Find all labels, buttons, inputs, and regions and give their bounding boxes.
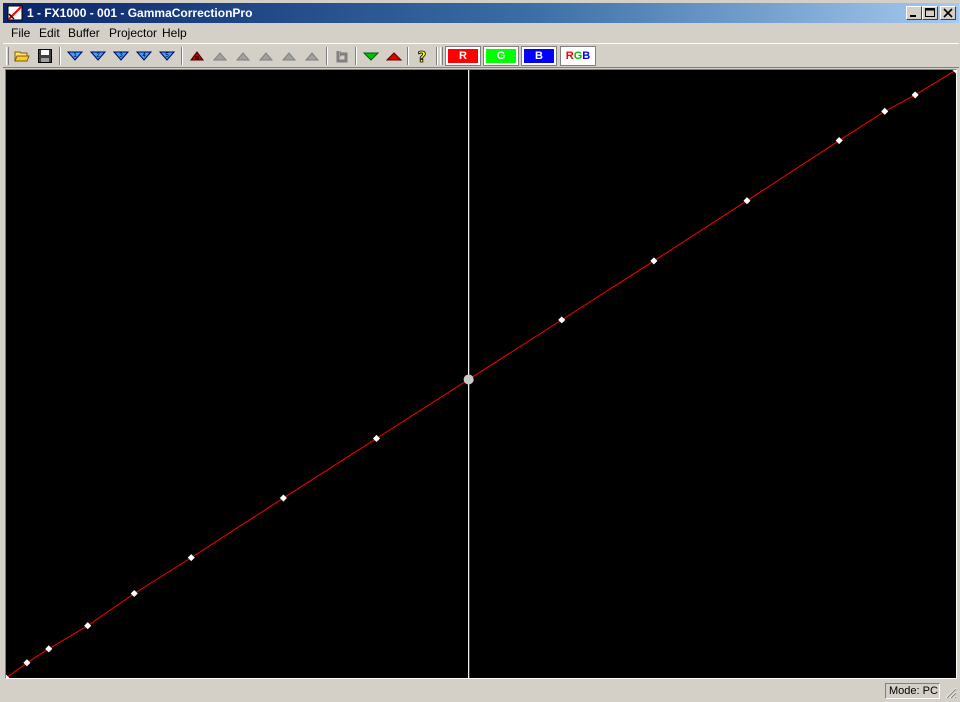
close-button[interactable] (940, 6, 956, 20)
gamma-curve-plot[interactable] (6, 70, 956, 678)
menu-buffer[interactable]: Buffer (68, 26, 100, 40)
toolbar-separator (407, 47, 409, 65)
status-bar: Mode: PC (3, 682, 959, 701)
window-title: 1 - FX1000 - 001 - GammaCorrectionPro (27, 6, 253, 20)
status-mode: Mode: PC (885, 683, 940, 699)
channel-rgb-r: R (565, 50, 574, 62)
toolbar-grip[interactable] (440, 47, 443, 65)
toolbar-grip[interactable] (6, 47, 9, 65)
step-4-button[interactable]: 4 (133, 46, 155, 66)
curve-control-point[interactable] (187, 554, 195, 562)
channel-rgb-button[interactable]: RGB (560, 46, 596, 66)
red-up-triangle-icon (386, 52, 402, 61)
curve-control-point[interactable] (372, 434, 381, 442)
green-down-triangle-icon (363, 52, 379, 61)
menu-file[interactable]: File (11, 26, 30, 40)
curve-control-point[interactable] (84, 622, 92, 630)
curve-control-point[interactable] (881, 107, 889, 115)
undo-icon (336, 51, 348, 63)
step-1-button[interactable]: 1 (64, 46, 86, 66)
channel-r-button[interactable]: R (445, 46, 481, 66)
gray-up-button-5[interactable] (301, 46, 323, 66)
selected-control-point[interactable] (463, 374, 474, 385)
curve-control-point[interactable] (45, 645, 53, 653)
title-bar[interactable]: 1 - FX1000 - 001 - GammaCorrectionPro (3, 3, 959, 23)
menu-edit[interactable]: Edit (39, 26, 60, 40)
gray-up-button-4[interactable] (278, 46, 300, 66)
toolbar-separator (326, 47, 328, 65)
minimize-icon (910, 15, 916, 17)
svg-text:?: ? (418, 48, 427, 64)
gray-up-icon (258, 52, 274, 61)
menu-projector[interactable]: Projector (109, 26, 157, 40)
step-3-button[interactable]: 3 (110, 46, 132, 66)
gamma-curve-line (6, 70, 956, 678)
gray-up-icon (212, 52, 228, 61)
blue-down-arrow-5-icon: 5 (159, 51, 175, 61)
gray-up-button-3[interactable] (255, 46, 277, 66)
red-up-button[interactable] (186, 46, 208, 66)
channel-b-button[interactable]: B (521, 46, 557, 66)
toolbar-separator (355, 47, 357, 65)
channel-g-button[interactable]: G (483, 46, 519, 66)
blue-down-arrow-3-icon: 3 (113, 51, 129, 61)
close-icon (943, 8, 953, 18)
help-button[interactable]: ? (411, 46, 433, 66)
toolbar-separator (181, 47, 183, 65)
resize-grip[interactable] (943, 685, 957, 699)
blue-down-arrow-2-icon: 2 (90, 51, 106, 61)
step-2-button[interactable]: 2 (87, 46, 109, 66)
channel-rgb-g: G (573, 50, 583, 62)
curve-control-point[interactable] (23, 659, 31, 667)
app-window: 1 - FX1000 - 001 - GammaCorrectionPro Fi… (0, 0, 960, 702)
gray-up-icon (235, 52, 251, 61)
toolbar: 1 2 3 4 5 ? R G B RGB (3, 43, 959, 68)
gray-up-button-1[interactable] (209, 46, 231, 66)
open-folder-icon (14, 51, 30, 62)
curve-control-point[interactable] (743, 197, 751, 205)
gray-up-icon (281, 52, 297, 61)
maximize-button[interactable] (922, 6, 938, 20)
blue-down-arrow-1-icon: 1 (67, 51, 83, 61)
increase-button[interactable] (383, 46, 405, 66)
curve-control-point[interactable] (130, 589, 138, 598)
curve-control-point[interactable] (650, 257, 658, 265)
menu-help[interactable]: Help (162, 26, 187, 40)
save-icon (38, 49, 52, 63)
curve-control-point[interactable] (835, 136, 843, 145)
gray-up-button-2[interactable] (232, 46, 254, 66)
decrease-button[interactable] (360, 46, 382, 66)
gray-up-icon (304, 52, 320, 61)
minimize-button[interactable] (906, 6, 922, 20)
blue-down-arrow-4-icon: 4 (136, 51, 152, 61)
open-button[interactable] (11, 46, 33, 66)
toolbar-separator (59, 47, 61, 65)
undo-button[interactable] (331, 46, 353, 66)
menu-bar: File Edit Buffer Projector Help (3, 23, 959, 42)
help-icon: ? (417, 48, 427, 64)
toolbar-separator (436, 47, 438, 65)
gamma-curve-canvas[interactable] (5, 69, 957, 679)
curve-control-point[interactable] (558, 316, 566, 324)
curve-control-point[interactable] (279, 494, 287, 502)
channel-rgb-b: B (582, 50, 591, 62)
curve-control-point[interactable] (911, 91, 919, 99)
resize-grip-icon (945, 687, 957, 699)
step-5-button[interactable]: 5 (156, 46, 178, 66)
red-up-icon (190, 51, 204, 61)
save-button[interactable] (34, 46, 56, 66)
maximize-icon (925, 8, 935, 17)
app-icon[interactable] (7, 5, 23, 21)
